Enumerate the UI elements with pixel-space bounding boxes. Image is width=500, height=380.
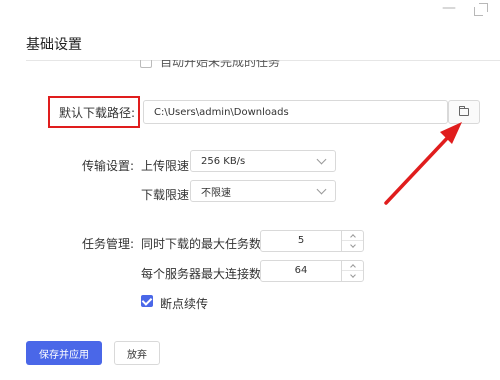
clipped-option-row: 自动开始未完成的任务 [140, 60, 340, 70]
auto-start-label: 自动开始未完成的任务 [160, 60, 281, 69]
upload-limit-value: 256 KB/s [201, 155, 246, 167]
chevron-down-icon [316, 154, 327, 165]
browse-folder-button[interactable] [448, 100, 480, 124]
max-tasks-label: 同时下载的最大任务数 [141, 237, 262, 251]
download-limit-value: 不限速 [201, 187, 231, 199]
auto-start-checkbox[interactable] [140, 60, 152, 68]
caret-down-icon [349, 242, 356, 248]
annotation-arrow-shaft [384, 131, 454, 205]
restore-icon[interactable] [474, 3, 488, 16]
task-management-label: 任务管理: [82, 237, 135, 251]
upload-limit-select[interactable]: 256 KB/s [190, 150, 336, 172]
max-tasks-value[interactable]: 5 [261, 231, 341, 251]
decrement-button[interactable] [342, 241, 363, 251]
download-path-label: 默认下载路径: [59, 106, 136, 120]
folder-icon [459, 106, 469, 116]
caret-up-icon [349, 264, 356, 270]
chevron-down-icon [316, 184, 327, 195]
increment-button[interactable] [342, 261, 363, 271]
caret-down-icon [349, 272, 356, 278]
download-path-input[interactable]: C:\Users\admin\Downloads [143, 100, 448, 124]
max-tasks-stepper[interactable]: 5 [260, 230, 364, 252]
resume-label: 断点续传 [160, 297, 209, 311]
max-connections-stepper[interactable]: 64 [260, 260, 364, 282]
max-connections-value[interactable]: 64 [261, 261, 341, 281]
transfer-settings-label: 传输设置: [82, 159, 135, 173]
download-limit-select[interactable]: 不限速 [190, 180, 336, 202]
upload-limit-label: 上传限速 [141, 159, 190, 173]
save-apply-button[interactable]: 保存并应用 [26, 341, 102, 365]
decrement-button[interactable] [342, 271, 363, 281]
discard-button[interactable]: 放弃 [114, 341, 160, 365]
minimize-icon[interactable]: — [442, 0, 456, 16]
increment-button[interactable] [342, 231, 363, 241]
page-title: 基础设置 [26, 37, 82, 53]
resume-checkbox[interactable] [141, 295, 153, 307]
annotation-arrow-head [440, 122, 462, 144]
caret-up-icon [349, 234, 356, 240]
download-limit-label: 下载限速 [141, 188, 190, 202]
max-connections-label: 每个服务器最大连接数 [141, 267, 262, 281]
